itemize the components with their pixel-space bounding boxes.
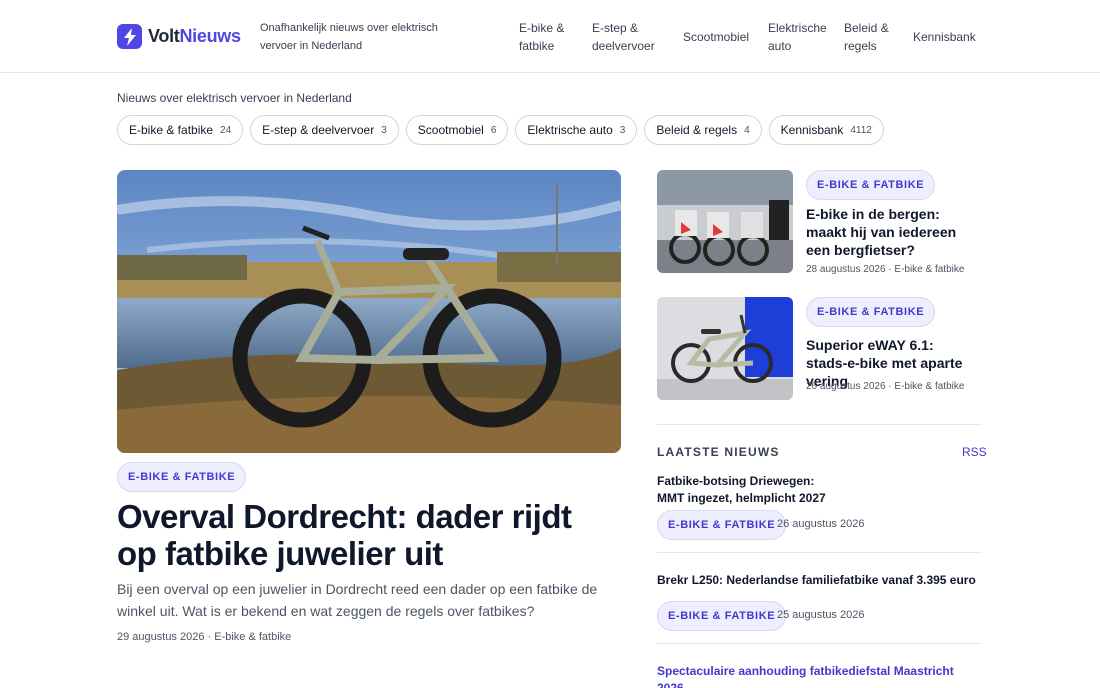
logo-wordmark: VoltNieuws (148, 26, 241, 46)
nav-beleid-regels[interactable]: Beleid & regels (844, 19, 889, 55)
news-item-title[interactable]: Spectaculaire aanhouding fatbikediefstal… (657, 663, 977, 688)
chip-count: 24 (220, 124, 232, 136)
nav-estep-deelvervoer[interactable]: E-step & deelvervoer (592, 19, 655, 55)
latest-news-heading: LAATSTE NIEUWS (657, 445, 780, 459)
chip-count: 4 (744, 124, 750, 136)
nav-scootmobiel[interactable]: Scootmobiel (683, 28, 749, 46)
chip-scootmobiel[interactable]: Scootmobiel 6 (405, 115, 509, 145)
card-image-superior-eway[interactable] (657, 297, 793, 400)
site-tagline: Onafhankelijk nieuws over elektrisch ver… (260, 22, 438, 52)
card-category-tag[interactable]: E-BIKE & FATBIKE (806, 297, 936, 327)
card-image-ebike-bergen[interactable] (657, 170, 793, 273)
nav-elektrische-auto[interactable]: Elektrische auto (768, 19, 827, 55)
news-item-tag[interactable]: E-BIKE & FATBIKE (657, 510, 787, 540)
rss-link[interactable]: RSS (962, 445, 987, 459)
hero-title[interactable]: Overval Dordrecht: dader rijdt op fatbik… (117, 498, 617, 572)
chip-kennisbank[interactable]: Kennisbank 4112 (768, 115, 884, 145)
chip-estep-deelvervoer[interactable]: E-step & deelvervoer 3 (250, 115, 399, 145)
chip-beleid-regels[interactable]: Beleid & regels 4 (644, 115, 762, 145)
site-logo[interactable]: VoltNieuws (117, 24, 241, 49)
lightning-bolt-icon (117, 24, 142, 49)
news-item-title[interactable]: Fatbike-botsing Driewegen: MMT ingezet, … (657, 473, 842, 507)
news-item-date: 25 augustus 2026 (777, 609, 865, 621)
hero-image[interactable] (117, 170, 621, 453)
section-divider (657, 424, 982, 425)
card-meta: 28 augustus 2026 · E-bike & fatbike (806, 264, 965, 275)
chip-count: 6 (490, 124, 497, 136)
chip-ebike-fatbike[interactable]: E-bike & fatbike 24 (117, 115, 244, 145)
chip-count: 3 (619, 124, 626, 136)
card-meta: 26 augustus 2026 · E-bike & fatbike (806, 381, 965, 392)
news-item-date: 26 augustus 2026 (777, 518, 865, 530)
nav-ebike-fatbike[interactable]: E-bike & fatbike (519, 19, 564, 55)
nav-kennisbank[interactable]: Kennisbank (913, 28, 976, 46)
hero-category-tag[interactable]: E-BIKE & FATBIKE (117, 462, 247, 492)
hero-meta: 29 augustus 2026 · E-bike & fatbike (117, 631, 292, 643)
category-chips: E-bike & fatbike 24 E-step & deelvervoer 3… (117, 115, 884, 145)
chip-count: 3 (381, 124, 387, 136)
chip-count: 4112 (850, 124, 872, 136)
news-item-tag[interactable]: E-BIKE & FATBIKE (657, 601, 787, 631)
card-title[interactable]: E-bike in de bergen: maakt hij van ieder… (806, 205, 976, 259)
chip-elektrische-auto[interactable]: Elektrische auto 3 (515, 115, 638, 145)
section-divider (657, 643, 982, 644)
site-header: VoltNieuws Onafhankelijk nieuws over ele… (0, 0, 1100, 73)
hero-summary: Bij een overval op een juwelier in Dordr… (117, 581, 598, 619)
card-category-tag[interactable]: E-BIKE & FATBIKE (806, 170, 936, 200)
section-divider (657, 552, 982, 553)
news-item-title[interactable]: Brekr L250: Nederlandse familiefatbike v… (657, 572, 977, 589)
intro-text: Nieuws over elektrisch vervoer in Nederl… (117, 91, 352, 105)
